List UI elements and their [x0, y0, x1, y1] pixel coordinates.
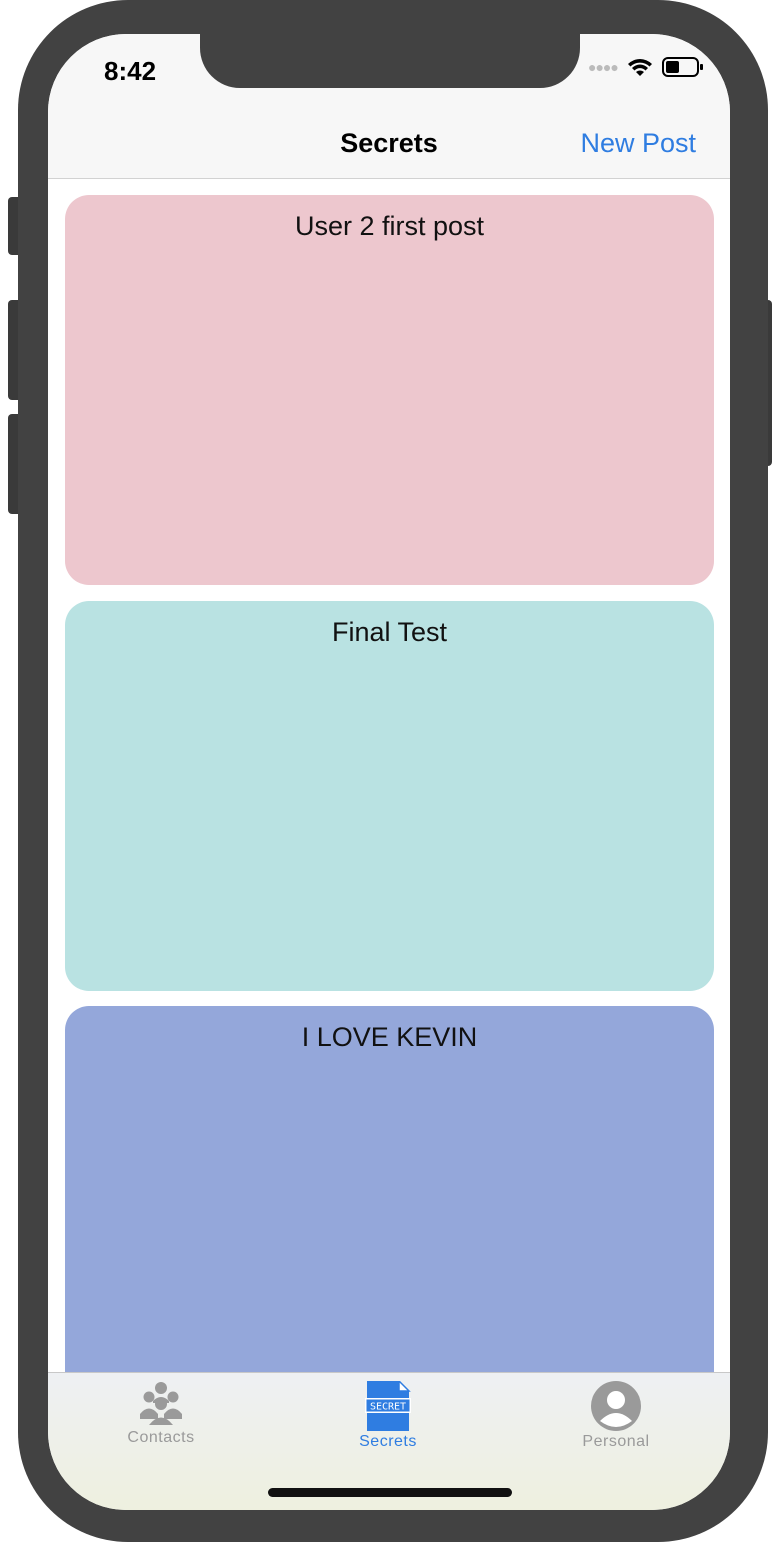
new-post-button[interactable]: New Post	[580, 128, 696, 159]
phone-screen: 8:42 ●●●● Secrets New Post User 2 first …	[48, 34, 730, 1510]
wifi-icon	[627, 59, 652, 76]
battery-icon	[661, 57, 703, 77]
home-indicator	[268, 1488, 512, 1497]
tab-personal[interactable]: Personal	[516, 1373, 716, 1453]
post-text: Final Test	[331, 617, 448, 647]
tab-secrets[interactable]: SECRET Secrets	[288, 1373, 488, 1453]
contacts-icon	[140, 1382, 182, 1425]
tab-contacts[interactable]: Contacts	[61, 1373, 261, 1453]
post-card[interactable]: I LOVE KEVIN	[65, 1006, 714, 1372]
post-card[interactable]: User 2 first post	[65, 195, 714, 585]
person-circle-icon	[591, 1381, 641, 1431]
post-text: I LOVE KEVIN	[301, 1022, 478, 1052]
tab-label: Personal	[582, 1433, 650, 1450]
post-text: User 2 first post	[294, 211, 485, 241]
status-icons: ●●●●	[588, 56, 704, 78]
secret-icon-text: SECRET	[370, 1402, 406, 1413]
tab-label: Contacts	[127, 1429, 195, 1446]
cellular-signal-icon: ●●●●	[588, 59, 619, 75]
notch	[200, 34, 580, 88]
secret-file-icon: SECRET	[365, 1381, 411, 1431]
tab-bar: Contacts SECRET Secrets Personal	[48, 1372, 730, 1510]
status-time: 8:42	[104, 56, 157, 86]
tab-label: Secrets	[359, 1433, 417, 1450]
post-card[interactable]: Final Test	[65, 601, 714, 991]
navigation-bar: Secrets New Post	[48, 112, 730, 179]
posts-list[interactable]: User 2 first post Final Test I LOVE KEVI…	[48, 179, 730, 1372]
